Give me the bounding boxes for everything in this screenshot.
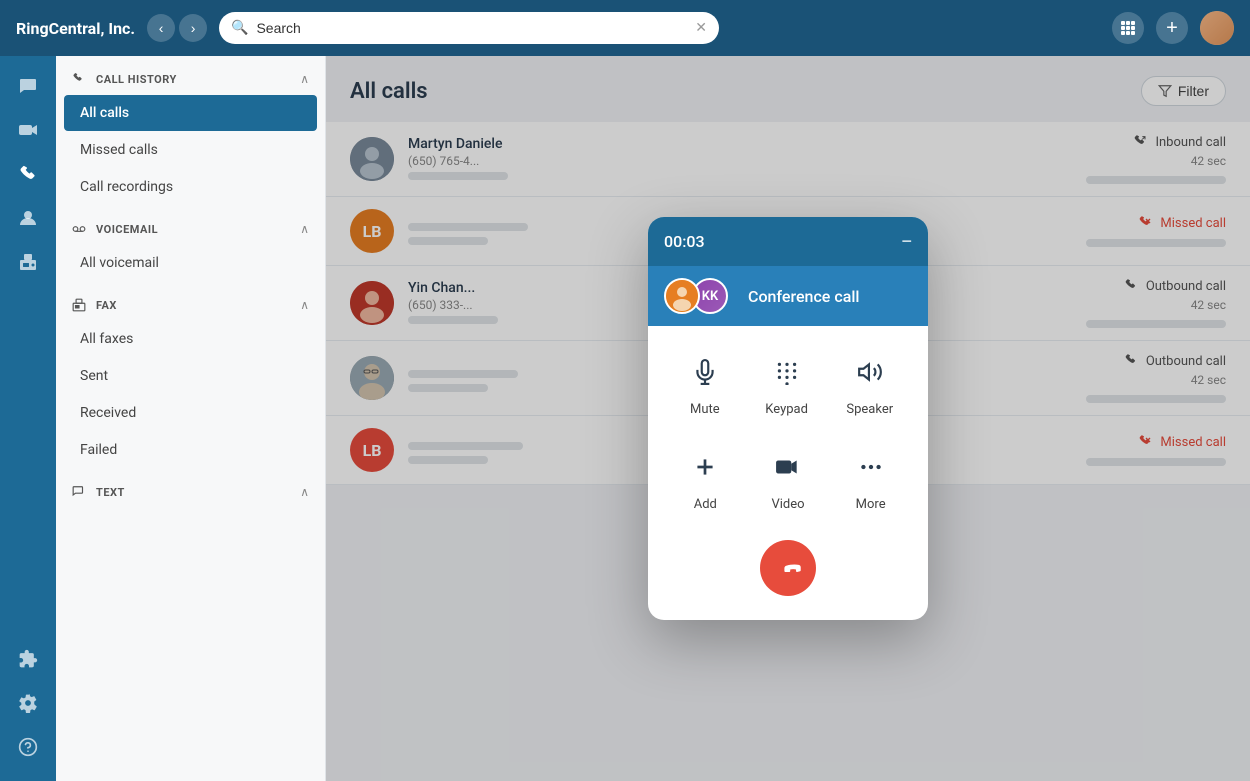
- voicemail-section: VOICEMAIL ∧ All voicemail: [56, 206, 325, 281]
- search-bar: 🔍 ✕: [219, 12, 719, 44]
- keypad-label: Keypad: [765, 402, 808, 417]
- main-layout: CALL HISTORY ∧ All calls Missed calls Ca…: [0, 56, 1250, 781]
- call-modal: 00:03 − KK C: [648, 217, 928, 620]
- call-history-toggle[interactable]: ∧: [300, 72, 309, 86]
- sidebar-item-all-voicemail[interactable]: All voicemail: [64, 245, 317, 281]
- sidebar-item-failed[interactable]: Failed: [64, 432, 317, 468]
- more-button[interactable]: More: [849, 445, 893, 512]
- sidebar-item-all-faxes[interactable]: All faxes: [64, 321, 317, 357]
- fax-section: FAX ∧ All faxes Sent Received Failed: [56, 282, 325, 468]
- mute-label: Mute: [690, 402, 720, 417]
- conference-label: Conference call: [748, 287, 859, 306]
- search-input[interactable]: [256, 20, 687, 36]
- call-history-section: CALL HISTORY ∧ All calls Missed calls Ca…: [56, 56, 325, 205]
- nav-buttons: ‹ ›: [147, 14, 207, 42]
- keypad-button[interactable]: Keypad: [765, 350, 809, 417]
- call-overlay: 00:03 − KK C: [326, 56, 1250, 781]
- fax-title: FAX: [72, 298, 117, 312]
- search-icon: 🔍: [231, 20, 248, 36]
- call-modal-header: 00:03 −: [648, 217, 928, 266]
- icon-bar-bottom: [10, 641, 46, 781]
- puzzle-icon-nav[interactable]: [10, 641, 46, 677]
- voicemail-toggle[interactable]: ∧: [300, 222, 309, 236]
- text-section: TEXT ∧: [56, 469, 325, 507]
- conference-avatars: KK: [664, 278, 720, 314]
- voicemail-title: VOICEMAIL: [72, 222, 158, 236]
- fax-toggle[interactable]: ∧: [300, 298, 309, 312]
- more-label: More: [856, 497, 886, 512]
- app-logo: RingCentral, Inc.: [16, 19, 135, 38]
- grid-button[interactable]: [1112, 12, 1144, 44]
- forward-button[interactable]: ›: [179, 14, 207, 42]
- video-icon: [766, 445, 810, 489]
- sidebar-item-missed-calls[interactable]: Missed calls: [64, 132, 317, 168]
- voicemail-header[interactable]: VOICEMAIL ∧: [56, 206, 325, 244]
- phone-icon-nav[interactable]: [10, 156, 46, 192]
- end-call-button[interactable]: [760, 540, 816, 596]
- content-area: All calls Filter Mar: [326, 56, 1250, 781]
- end-call-row: [664, 540, 912, 596]
- icon-bar: [0, 56, 56, 781]
- sidebar-item-received[interactable]: Received: [64, 395, 317, 431]
- sidebar-item-sent[interactable]: Sent: [64, 358, 317, 394]
- add-icon: [683, 445, 727, 489]
- topbar-right: +: [1112, 11, 1234, 45]
- call-controls-row-2: Add Video: [664, 445, 912, 512]
- mute-button[interactable]: Mute: [683, 350, 727, 417]
- minimize-button[interactable]: −: [901, 231, 912, 252]
- video-label: Video: [771, 497, 804, 512]
- speaker-label: Speaker: [846, 402, 893, 417]
- settings-icon-nav[interactable]: [10, 685, 46, 721]
- call-history-title: CALL HISTORY: [72, 72, 177, 86]
- video-button[interactable]: Video: [766, 445, 810, 512]
- speaker-icon: [848, 350, 892, 394]
- call-history-header[interactable]: CALL HISTORY ∧: [56, 56, 325, 94]
- call-controls-row-1: Mute Ke: [664, 350, 912, 417]
- more-icon: [849, 445, 893, 489]
- sidebar-item-call-recordings[interactable]: Call recordings: [64, 169, 317, 205]
- call-modal-body: Mute Ke: [648, 326, 928, 620]
- text-toggle[interactable]: ∧: [300, 485, 309, 499]
- back-button[interactable]: ‹: [147, 14, 175, 42]
- fax-icon-nav[interactable]: [10, 244, 46, 280]
- speaker-button[interactable]: Speaker: [846, 350, 893, 417]
- call-timer: 00:03: [664, 232, 705, 251]
- user-avatar[interactable]: [1200, 11, 1234, 45]
- add-button[interactable]: Add: [683, 445, 727, 512]
- sidebar-item-all-calls[interactable]: All calls: [64, 95, 317, 131]
- contacts-icon-nav[interactable]: [10, 200, 46, 236]
- messages-icon-nav[interactable]: [10, 68, 46, 104]
- text-header[interactable]: TEXT ∧: [56, 469, 325, 507]
- keypad-icon: [765, 350, 809, 394]
- add-button[interactable]: +: [1156, 12, 1188, 44]
- topbar: RingCentral, Inc. ‹ › 🔍 ✕ +: [0, 0, 1250, 56]
- help-icon-nav[interactable]: [10, 729, 46, 765]
- video-icon-nav[interactable]: [10, 112, 46, 148]
- mute-icon: [683, 350, 727, 394]
- text-title: TEXT: [72, 485, 125, 499]
- add-label: Add: [694, 497, 717, 512]
- sidebar: CALL HISTORY ∧ All calls Missed calls Ca…: [56, 56, 326, 781]
- conference-bar: KK Conference call: [648, 266, 928, 326]
- conference-avatar-1: [664, 278, 700, 314]
- fax-header[interactable]: FAX ∧: [56, 282, 325, 320]
- search-clear-icon[interactable]: ✕: [695, 20, 707, 36]
